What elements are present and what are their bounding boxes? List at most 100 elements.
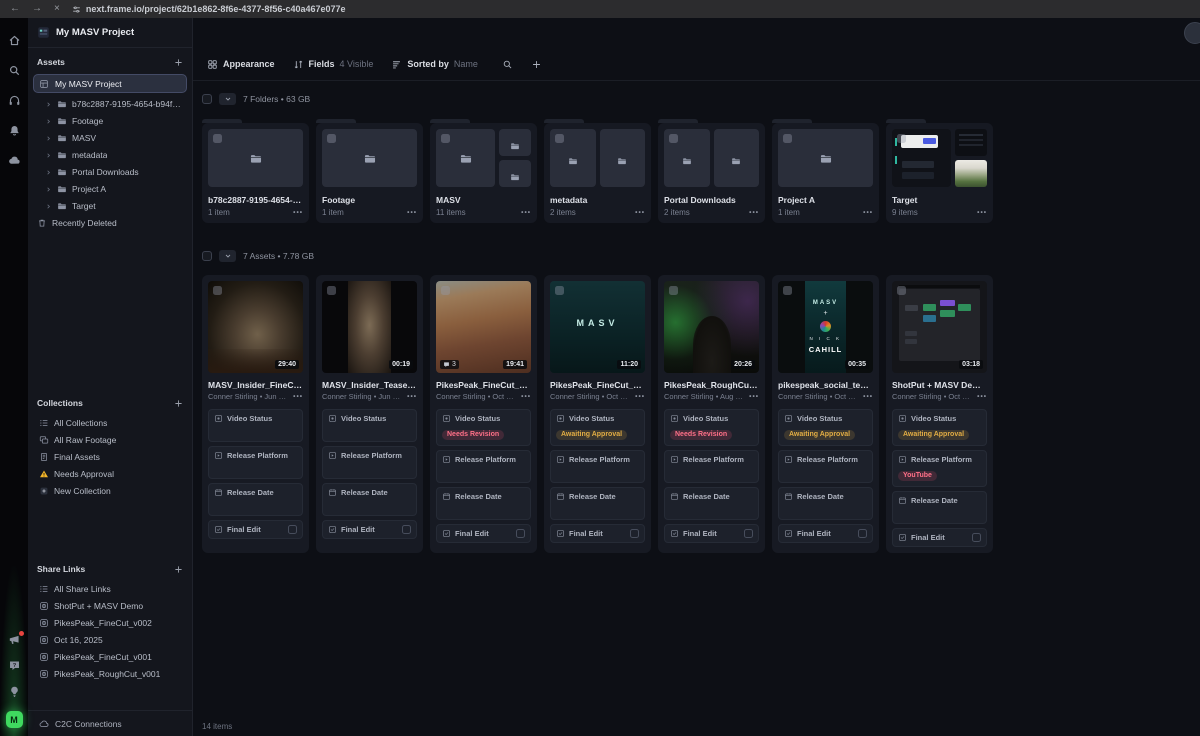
collection-item[interactable]: New Collection [28, 482, 192, 499]
share-link-item[interactable]: All Share Links [28, 580, 192, 597]
appearance-button[interactable]: Appearance [207, 59, 275, 70]
asset-card[interactable]: 319:41PikesPeak_FineCut_v001...Conner St… [430, 275, 537, 553]
c2c-connections[interactable]: C2C Connections [28, 710, 192, 736]
more-menu-button[interactable]: ••• [635, 393, 645, 400]
metadata-field[interactable]: Final Edit [778, 524, 873, 543]
collection-item[interactable]: All Collections [28, 414, 192, 431]
folders-collapse-button[interactable] [219, 93, 236, 105]
asset-card[interactable]: MASV+N I C KCAHILL00:35pikespeak_social_… [772, 275, 879, 553]
search-icon[interactable] [8, 64, 21, 77]
metadata-field[interactable]: Release Date [550, 487, 645, 520]
select-checkbox[interactable] [897, 286, 906, 295]
metadata-field[interactable]: Video StatusAwaiting Approval [892, 409, 987, 446]
select-checkbox[interactable] [441, 134, 450, 143]
select-checkbox[interactable] [327, 134, 336, 143]
masv-button[interactable]: M [6, 711, 23, 728]
tree-folder[interactable]: Project A [28, 180, 192, 197]
folder-card[interactable]: metadata2 items••• [544, 123, 651, 223]
fields-button[interactable]: Fields 4 Visible [293, 59, 374, 70]
metadata-field[interactable]: Final Edit [892, 528, 987, 547]
folder-card[interactable]: MASV11 items••• [430, 123, 537, 223]
more-menu-button[interactable]: ••• [521, 393, 531, 400]
select-checkbox[interactable] [441, 286, 450, 295]
share-link-item[interactable]: PikesPeak_FineCut_v001 [28, 648, 192, 665]
add-share-link-icon[interactable] [174, 565, 183, 574]
more-menu-button[interactable]: ••• [521, 209, 531, 216]
folder-card[interactable]: b78c2887-9195-4654-b9...1 item••• [202, 123, 309, 223]
final-edit-checkbox[interactable] [858, 529, 867, 538]
browser-forward-icon[interactable]: → [32, 4, 42, 14]
recently-deleted[interactable]: Recently Deleted [28, 214, 192, 231]
select-checkbox[interactable] [213, 286, 222, 295]
select-checkbox[interactable] [555, 134, 564, 143]
metadata-field[interactable]: Release PlatformYouTube [892, 450, 987, 487]
metadata-field[interactable]: Video StatusNeeds Revision [664, 409, 759, 446]
headphones-icon[interactable] [8, 94, 21, 107]
share-link-item[interactable]: PikesPeak_RoughCut_v001 [28, 665, 192, 682]
metadata-field[interactable]: Release Platform [664, 450, 759, 483]
more-menu-button[interactable]: ••• [407, 209, 417, 216]
metadata-field[interactable]: Video Status [208, 409, 303, 442]
select-checkbox[interactable] [555, 286, 564, 295]
collection-item[interactable]: Needs Approval [28, 465, 192, 482]
more-menu-button[interactable]: ••• [749, 393, 759, 400]
metadata-field[interactable]: Release Platform [436, 450, 531, 483]
final-edit-checkbox[interactable] [744, 529, 753, 538]
more-menu-button[interactable]: ••• [407, 393, 417, 400]
share-link-item[interactable]: PikesPeak_FineCut_v002 [28, 614, 192, 631]
asset-thumbnail[interactable]: 29:40 [208, 281, 303, 373]
metadata-field[interactable]: Final Edit [436, 524, 531, 543]
select-checkbox[interactable] [327, 286, 336, 295]
select-checkbox[interactable] [213, 134, 222, 143]
assets-select-checkbox[interactable] [202, 251, 212, 261]
asset-card[interactable]: 20:26PikesPeak_RoughCut_v00...Conner Sti… [658, 275, 765, 553]
metadata-field[interactable]: Video Status [322, 409, 417, 442]
more-menu-button[interactable]: ••• [293, 209, 303, 216]
tree-folder[interactable]: metadata [28, 146, 192, 163]
browser-close-icon[interactable]: × [54, 4, 60, 14]
metadata-field[interactable]: Final Edit [208, 520, 303, 539]
home-icon[interactable] [8, 34, 21, 47]
address-bar[interactable]: next.frame.io/project/62b1e862-8f6e-4377… [72, 4, 346, 14]
folders-select-checkbox[interactable] [202, 94, 212, 104]
avatar[interactable] [1184, 22, 1200, 44]
asset-card[interactable]: MASV11:20PikesPeak_FineCut_v002...Conner… [544, 275, 651, 553]
folder-card[interactable]: Portal Downloads2 items••• [658, 123, 765, 223]
tree-folder[interactable]: Target [28, 197, 192, 214]
metadata-field[interactable]: Release Date [664, 487, 759, 520]
tree-folder[interactable]: b78c2887-9195-4654-b94f-f... [28, 95, 192, 112]
final-edit-checkbox[interactable] [630, 529, 639, 538]
add-collection-icon[interactable] [174, 399, 183, 408]
more-menu-button[interactable]: ••• [977, 209, 987, 216]
more-menu-button[interactable]: ••• [863, 209, 873, 216]
final-edit-checkbox[interactable] [972, 533, 981, 542]
more-menu-button[interactable]: ••• [749, 209, 759, 216]
tree-folder[interactable]: Footage [28, 112, 192, 129]
tree-folder[interactable]: Portal Downloads [28, 163, 192, 180]
tree-folder[interactable]: MASV [28, 129, 192, 146]
metadata-field[interactable]: Release Platform [208, 446, 303, 479]
metadata-field[interactable]: Release Platform [550, 450, 645, 483]
more-menu-button[interactable]: ••• [635, 209, 645, 216]
browser-back-icon[interactable]: ← [10, 4, 20, 14]
metadata-field[interactable]: Release Platform [778, 450, 873, 483]
metadata-field[interactable]: Video StatusAwaiting Approval [550, 409, 645, 446]
project-header[interactable]: My MASV Project [28, 18, 192, 48]
select-checkbox[interactable] [783, 134, 792, 143]
add-item-icon[interactable] [531, 59, 542, 70]
metadata-field[interactable]: Final Edit [664, 524, 759, 543]
bulb-icon[interactable] [8, 685, 21, 698]
add-asset-icon[interactable] [174, 58, 183, 67]
folder-card[interactable]: Footage1 item••• [316, 123, 423, 223]
collection-item[interactable]: All Raw Footage [28, 431, 192, 448]
share-link-item[interactable]: Oct 16, 2025 [28, 631, 192, 648]
select-checkbox[interactable] [783, 286, 792, 295]
folder-card[interactable]: Target9 items••• [886, 123, 993, 223]
folder-card[interactable]: Project A1 item••• [772, 123, 879, 223]
collection-item[interactable]: Final Assets [28, 448, 192, 465]
final-edit-checkbox[interactable] [402, 525, 411, 534]
bell-icon[interactable] [8, 124, 21, 137]
metadata-field[interactable]: Video StatusNeeds Revision [436, 409, 531, 446]
more-menu-button[interactable]: ••• [293, 393, 303, 400]
cloud-upload-icon[interactable] [8, 154, 21, 167]
